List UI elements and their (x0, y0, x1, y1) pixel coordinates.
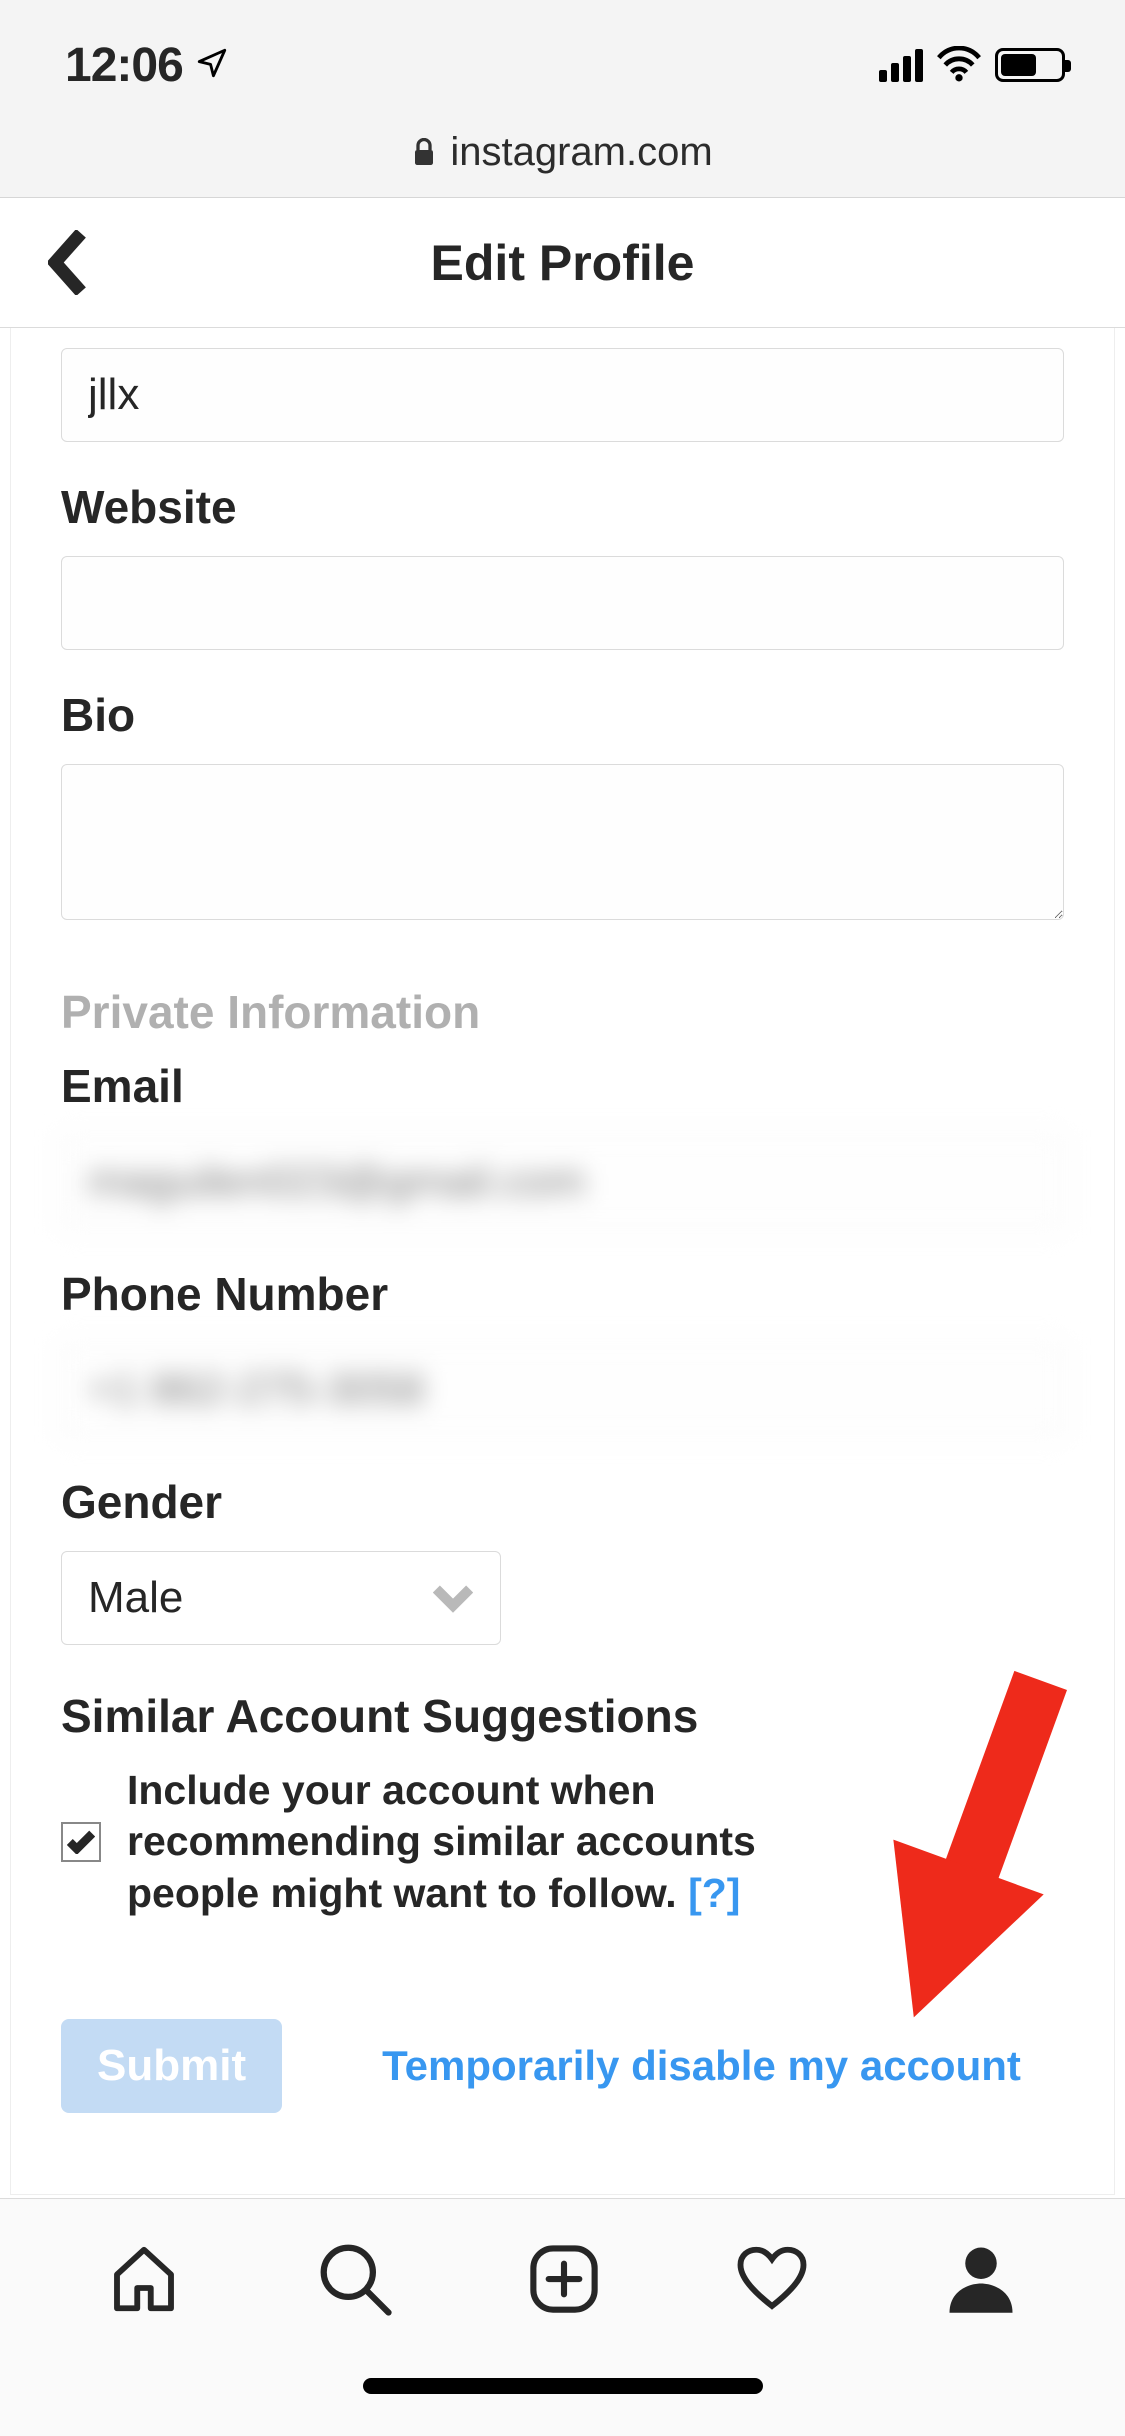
gender-value: Male (88, 1573, 183, 1623)
wifi-icon (937, 46, 981, 84)
browser-url-bar[interactable]: instagram.com (0, 130, 1125, 198)
status-time: 12:06 (65, 38, 183, 93)
similar-checkbox[interactable] (61, 1822, 101, 1862)
submit-button[interactable]: Submit (61, 2019, 282, 2113)
page-title: Edit Profile (0, 234, 1125, 292)
create-tab[interactable] (529, 2244, 599, 2314)
tab-bar (0, 2198, 1125, 2358)
search-tab[interactable] (317, 2241, 393, 2317)
annotation-arrow-icon (874, 1668, 1074, 2043)
chevron-down-icon (433, 1585, 473, 1618)
home-indicator-area (0, 2358, 1125, 2436)
back-button[interactable] (48, 230, 88, 295)
battery-icon (995, 48, 1065, 82)
disable-account-link[interactable]: Temporarily disable my account (382, 2042, 1021, 2090)
lock-icon (412, 130, 436, 168)
website-label: Website (61, 480, 1064, 534)
location-arrow-icon (195, 46, 229, 85)
website-field[interactable] (61, 556, 1064, 650)
status-bar: 12:06 (0, 0, 1125, 130)
cellular-signal-icon (879, 48, 923, 82)
home-indicator[interactable] (363, 2378, 763, 2394)
username-field[interactable] (61, 348, 1064, 442)
nav-header: Edit Profile (0, 198, 1125, 328)
home-tab[interactable] (108, 2243, 180, 2315)
help-link[interactable]: [?] (688, 1870, 740, 1916)
bio-label: Bio (61, 688, 1064, 742)
phone-field[interactable] (61, 1343, 1064, 1437)
email-label: Email (61, 1059, 1064, 1113)
gender-select[interactable]: Male (61, 1551, 501, 1645)
gender-label: Gender (61, 1475, 1064, 1529)
url-domain: instagram.com (450, 130, 712, 175)
similar-description: Include your account when recommending s… (127, 1765, 847, 1919)
profile-tab[interactable] (945, 2243, 1017, 2315)
bio-field[interactable] (61, 764, 1064, 920)
private-info-heading: Private Information (61, 985, 1064, 1039)
email-field[interactable] (61, 1135, 1064, 1229)
activity-tab[interactable] (736, 2243, 808, 2315)
phone-label: Phone Number (61, 1267, 1064, 1321)
